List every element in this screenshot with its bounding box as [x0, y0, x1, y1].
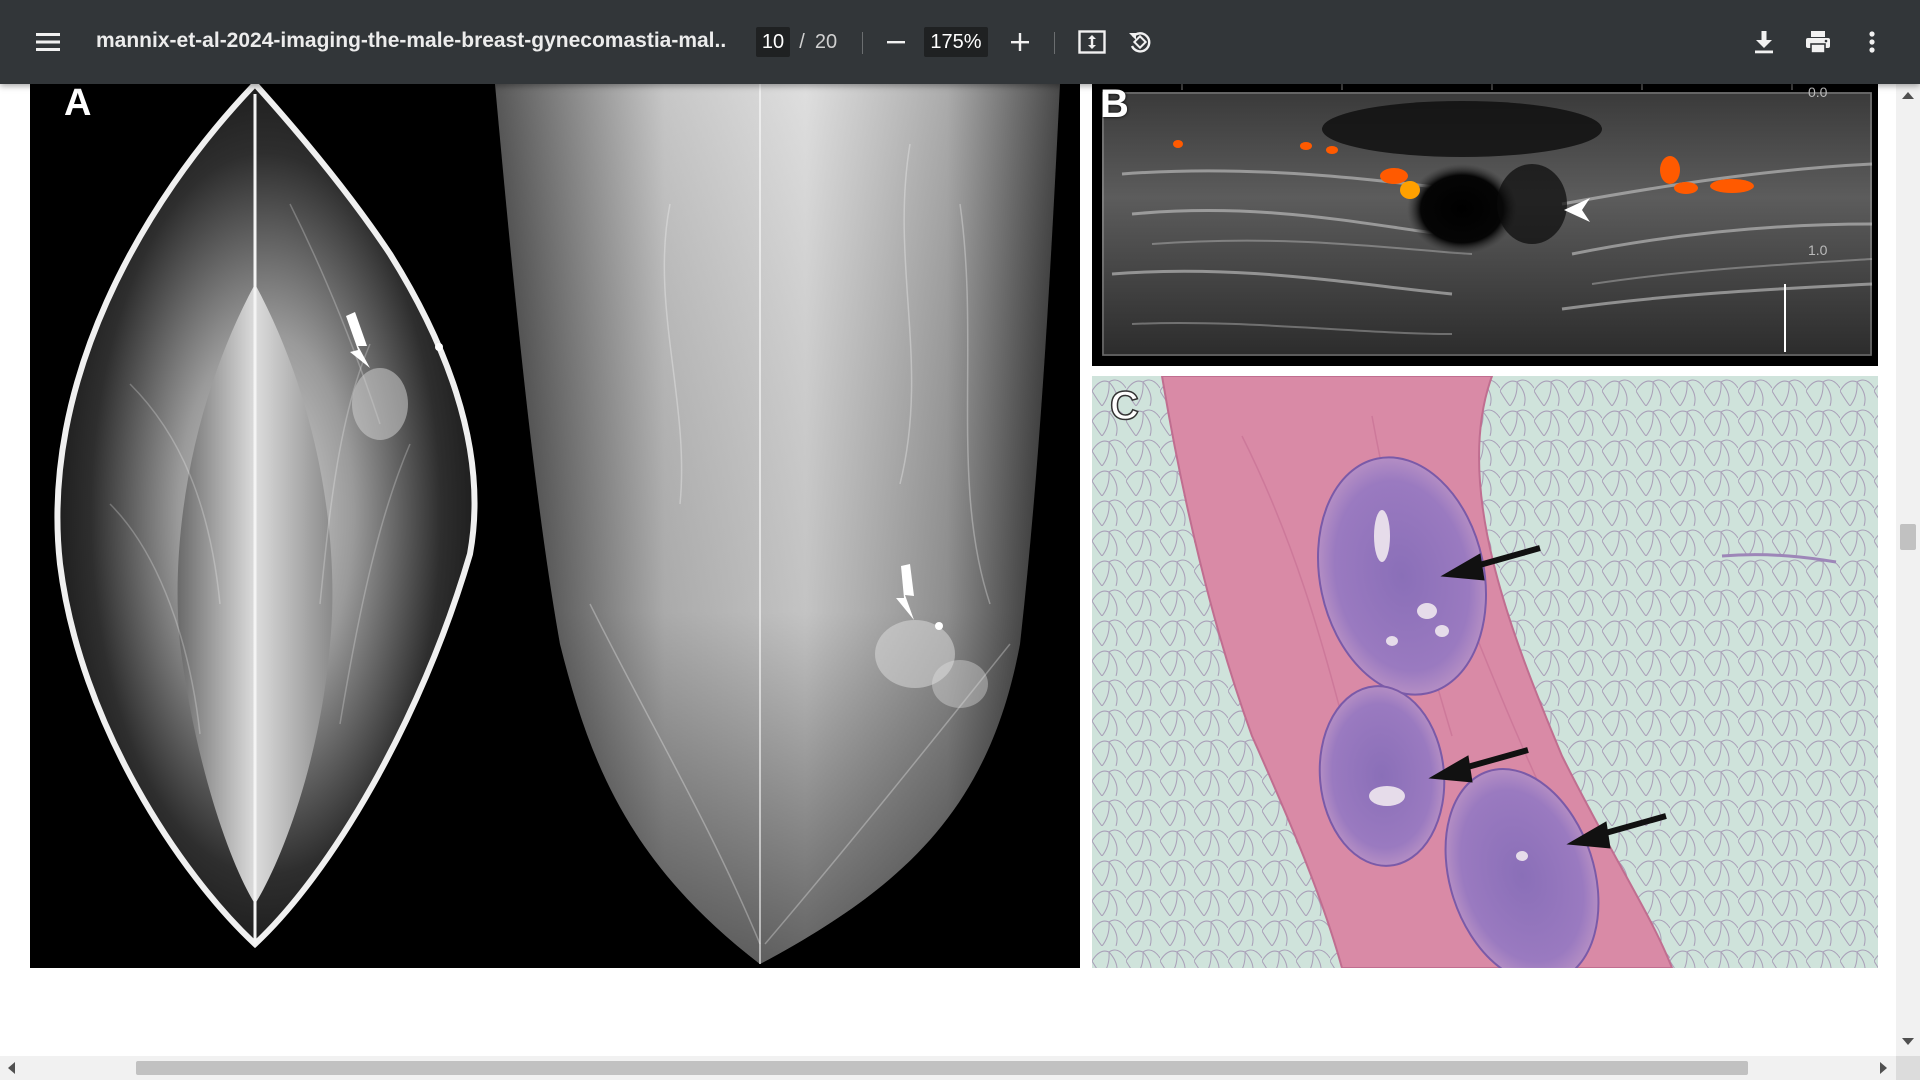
ultrasound-scale-mid: 1.0	[1808, 242, 1828, 258]
horizontal-scroll-thumb[interactable]	[136, 1061, 1748, 1075]
more-vertical-icon	[1869, 31, 1875, 53]
horizontal-scrollbar[interactable]	[0, 1056, 1896, 1080]
scroll-down-arrow-icon[interactable]	[1902, 1038, 1914, 1045]
menu-button[interactable]	[28, 22, 68, 62]
minus-icon	[887, 41, 905, 44]
more-options-button[interactable]	[1852, 22, 1892, 62]
total-pages: 20	[814, 30, 838, 53]
scrollbar-corner	[1896, 1056, 1920, 1080]
panel-b-label: B	[1100, 84, 1129, 126]
figure-panel-a-mammogram: A	[30, 84, 1080, 968]
fit-to-page-icon	[1078, 30, 1106, 54]
vertical-scroll-thumb[interactable]	[1900, 524, 1916, 550]
document-title: mannix-et-al-2024-imaging-the-male-breas…	[96, 29, 726, 52]
toolbar-divider	[862, 32, 863, 54]
pdf-page-viewer[interactable]: A B 0.0 1.0 C	[0, 84, 1920, 1080]
toolbar-divider	[1054, 32, 1055, 54]
figure-panel-c-histology: C	[1092, 376, 1878, 968]
plus-icon	[1011, 33, 1029, 51]
scroll-up-arrow-icon[interactable]	[1902, 92, 1914, 99]
ultrasound-image	[1092, 84, 1878, 366]
current-page-input[interactable]: 10	[756, 27, 790, 57]
vertical-scrollbar[interactable]	[1896, 84, 1920, 1056]
figure-panel-b-ultrasound: B 0.0 1.0	[1092, 84, 1878, 366]
panel-c-label: C	[1109, 383, 1139, 429]
scroll-right-arrow-icon[interactable]	[1880, 1062, 1887, 1074]
histology-image	[1092, 376, 1878, 968]
scroll-left-arrow-icon[interactable]	[8, 1062, 15, 1074]
rotate-icon	[1129, 32, 1151, 53]
zoom-out-button[interactable]	[876, 22, 916, 62]
pdf-toolbar: mannix-et-al-2024-imaging-the-male-breas…	[0, 0, 1920, 84]
print-icon	[1806, 31, 1830, 54]
ultrasound-scale-top: 0.0	[1808, 84, 1828, 100]
download-icon	[1755, 31, 1773, 54]
hamburger-menu-icon	[36, 33, 60, 51]
download-button[interactable]	[1744, 22, 1784, 62]
panel-a-label: A	[64, 84, 92, 124]
mammogram-image	[54, 84, 1060, 964]
fit-to-page-button[interactable]	[1072, 22, 1112, 62]
zoom-level-input[interactable]: 175%	[924, 27, 988, 57]
print-button[interactable]	[1798, 22, 1838, 62]
rotate-button[interactable]	[1120, 22, 1160, 62]
zoom-in-button[interactable]	[1000, 22, 1040, 62]
